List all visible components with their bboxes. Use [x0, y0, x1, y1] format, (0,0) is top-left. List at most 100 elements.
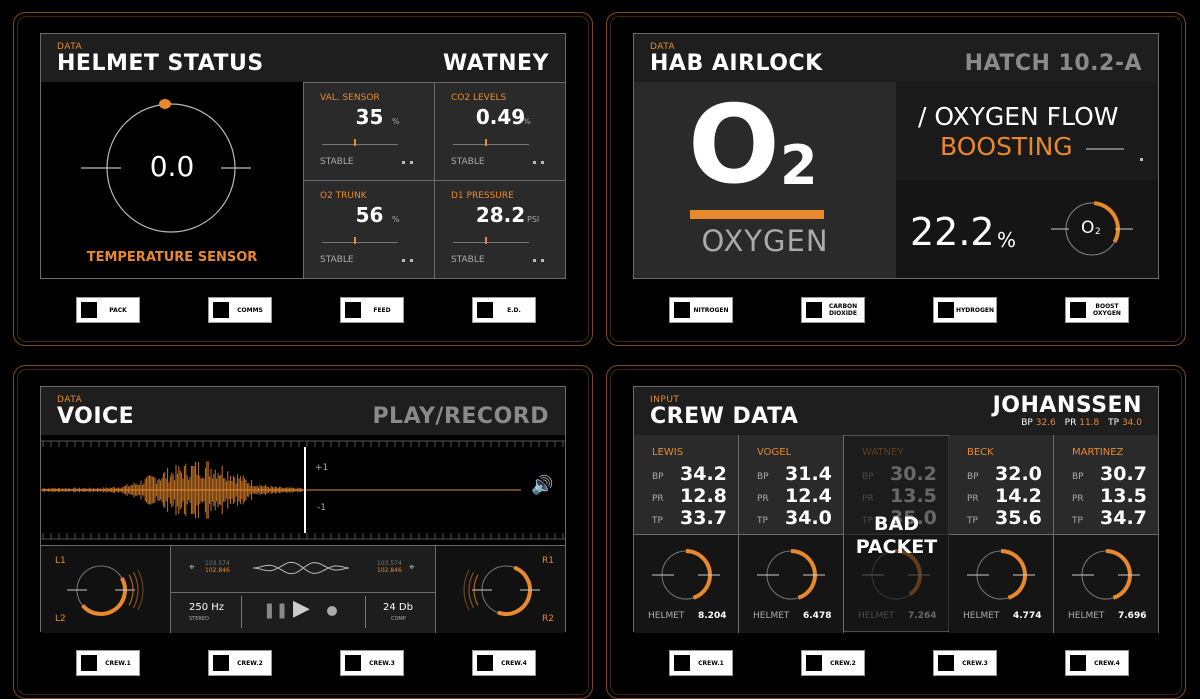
crew-helmet-gauge — [967, 549, 1035, 600]
crew-helmet-label: HELMET — [963, 611, 1000, 621]
button-square-icon — [674, 655, 690, 671]
db-sub: COMP — [391, 616, 406, 622]
pause-button[interactable]: ❚❚ — [263, 601, 288, 619]
helmet-title: HELMET STATUS — [57, 51, 264, 76]
play-button[interactable]: ▶ — [293, 596, 310, 621]
crew-pr-value: 12.4 — [785, 485, 832, 507]
helmet-header: DATA HELMET STATUS WATNEY — [41, 34, 565, 83]
crew-tp-label: TP — [652, 516, 663, 526]
button-label: CREW.2 — [830, 659, 856, 667]
vital-bp: 32.6 — [1035, 418, 1056, 428]
button-square-icon — [1070, 655, 1086, 671]
hz-value: 250 Hz — [189, 602, 225, 613]
button-square-icon — [806, 655, 822, 671]
panel-button-4[interactable]: BOOST OXYGEN — [1065, 297, 1129, 323]
button-square-icon — [213, 302, 229, 318]
hab-airlock-panel: DATA HAB AIRLOCK HATCH 10.2-A O 2 OXYGEN… — [606, 12, 1186, 346]
sensor-level-bar — [453, 242, 529, 243]
crew-helmet-arc — [1000, 549, 1027, 600]
crew-helmet-cell: HELMET 7.696 — [1054, 534, 1159, 633]
temperature-label: TEMPERATURE SENSOR — [86, 250, 258, 265]
button-label: NITROGEN — [693, 306, 729, 314]
playback-block: ⌖ 103.574 102.846 103.574 102.846 ⌖ 250 … — [171, 545, 435, 633]
button-square-icon — [938, 655, 954, 671]
crew-tp-value: 34.0 — [785, 507, 832, 529]
channel-l1: L1 — [55, 556, 66, 566]
bad-packet-line-1: BAD — [874, 513, 919, 535]
crew-helmet-value: 8.204 — [698, 611, 727, 621]
sensor-unit: % — [392, 117, 400, 126]
crew-pr-label: PR — [652, 494, 664, 504]
oxygen-flow-title: / OXYGEN FLOW — [918, 102, 1119, 131]
button-square-icon — [81, 655, 97, 671]
crew-bp-label: BP — [1072, 472, 1084, 482]
panel-button-4[interactable]: CREW.4 — [472, 650, 536, 676]
crew-pr-label: PR — [862, 494, 874, 504]
panel-button-1[interactable]: CREW.1 — [76, 650, 140, 676]
o2-underline — [690, 210, 824, 219]
button-square-icon — [81, 302, 97, 318]
crew-helmet-arc — [1105, 549, 1132, 600]
sensor-dots — [533, 161, 547, 165]
panel-button-4[interactable]: E.D. — [472, 297, 536, 323]
sensor-label: O2 TRUNK — [320, 191, 367, 201]
sensor-label: CO2 LEVELS — [451, 93, 507, 103]
crew-helmet-label: HELMET — [648, 611, 685, 621]
sensor-cell: VAL. SENSOR 35% STABLE — [303, 82, 434, 180]
crew-bp-label: BP — [862, 472, 874, 482]
panel-button-2[interactable]: CREW.2 — [801, 650, 865, 676]
mini-o2-symbol: O — [1081, 218, 1095, 238]
crew-helmet-label: HELMET — [753, 611, 790, 621]
waveform-svg — [41, 440, 565, 540]
crew-member-beck[interactable]: BECK BP 32.0 PR 14.2 TP 35.6 HELMET 4.774 — [949, 435, 1054, 633]
button-square-icon — [938, 302, 954, 318]
button-square-icon — [477, 655, 493, 671]
helmet-status-panel: DATA HELMET STATUS WATNEY 0.0 TEMPERATUR… — [13, 12, 593, 346]
crew-name: MARTINEZ — [1072, 447, 1124, 458]
sensor-unit: PSI — [527, 215, 540, 224]
channel-r2: R2 — [542, 614, 554, 624]
sensor-status: STABLE — [320, 157, 354, 167]
voice-screen: DATA VOICE PLAY/RECORD +1 -1 🔊 L1 L2 ⌖ 1… — [40, 386, 566, 633]
button-label: CREW.4 — [501, 659, 527, 667]
sensor-level-mark — [485, 237, 487, 244]
panel-button-2[interactable]: CREW.2 — [208, 650, 272, 676]
button-label: HYDROGEN — [955, 306, 995, 314]
crew-vitals: BP 32.6 PR 11.8 TP 34.0 — [1021, 418, 1142, 428]
vital-tp-label: TP — [1108, 418, 1120, 428]
sensor-cell: O2 TRUNK 56% STABLE — [303, 180, 434, 278]
signal-icon-right: ⌖ — [409, 562, 415, 573]
panel-button-1[interactable]: NITROGEN — [669, 297, 733, 323]
sensor-level-bar — [453, 144, 529, 145]
crew-helmet-value: 6.478 — [803, 611, 832, 621]
crew-pr-label: PR — [757, 494, 769, 504]
sensor-dots — [402, 259, 416, 263]
crew-bp-value: 32.0 — [995, 463, 1042, 485]
mini-o2-subscript: 2 — [1095, 227, 1101, 237]
panel-button-1[interactable]: CREW.1 — [669, 650, 733, 676]
record-button[interactable] — [327, 606, 337, 616]
crew-name: VOGEL — [757, 447, 792, 458]
temperature-gauge: 0.0 TEMPERATURE SENSOR — [41, 82, 304, 278]
button-label: CREW.4 — [1094, 659, 1120, 667]
crew-member-martinez[interactable]: MARTINEZ BP 30.7 PR 13.5 TP 34.7 HELMET 7.696 — [1054, 435, 1159, 633]
button-square-icon — [477, 302, 493, 318]
panel-button-3[interactable]: FEED — [340, 297, 404, 323]
button-label: CREW.1 — [698, 659, 724, 667]
panel-button-2[interactable]: CARBON DIOXIDE — [801, 297, 865, 323]
sensor-level-bar — [322, 144, 398, 145]
crew-title: CREW DATA — [650, 404, 799, 429]
crew-member-vogel[interactable]: VOGEL BP 31.4 PR 12.4 TP 34.0 HELMET 6.478 — [739, 435, 844, 633]
panel-button-2[interactable]: COMMS — [208, 297, 272, 323]
panel-button-3[interactable]: CREW.3 — [340, 650, 404, 676]
panel-button-1[interactable]: PACK — [76, 297, 140, 323]
panel-button-3[interactable]: CREW.3 — [933, 650, 997, 676]
sensor-status: STABLE — [451, 255, 485, 265]
sensor-status: STABLE — [451, 157, 485, 167]
helmet-crew-name: WATNEY — [443, 51, 549, 76]
crew-member-lewis[interactable]: LEWIS BP 34.2 PR 12.8 TP 33.7 HELMET 8.204 — [634, 435, 739, 633]
crew-vitals-cell: BECK BP 32.0 PR 14.2 TP 35.6 — [949, 435, 1054, 534]
panel-button-3[interactable]: HYDROGEN — [933, 297, 997, 323]
speaker-icon[interactable]: 🔊 — [531, 475, 553, 496]
panel-button-4[interactable]: CREW.4 — [1065, 650, 1129, 676]
